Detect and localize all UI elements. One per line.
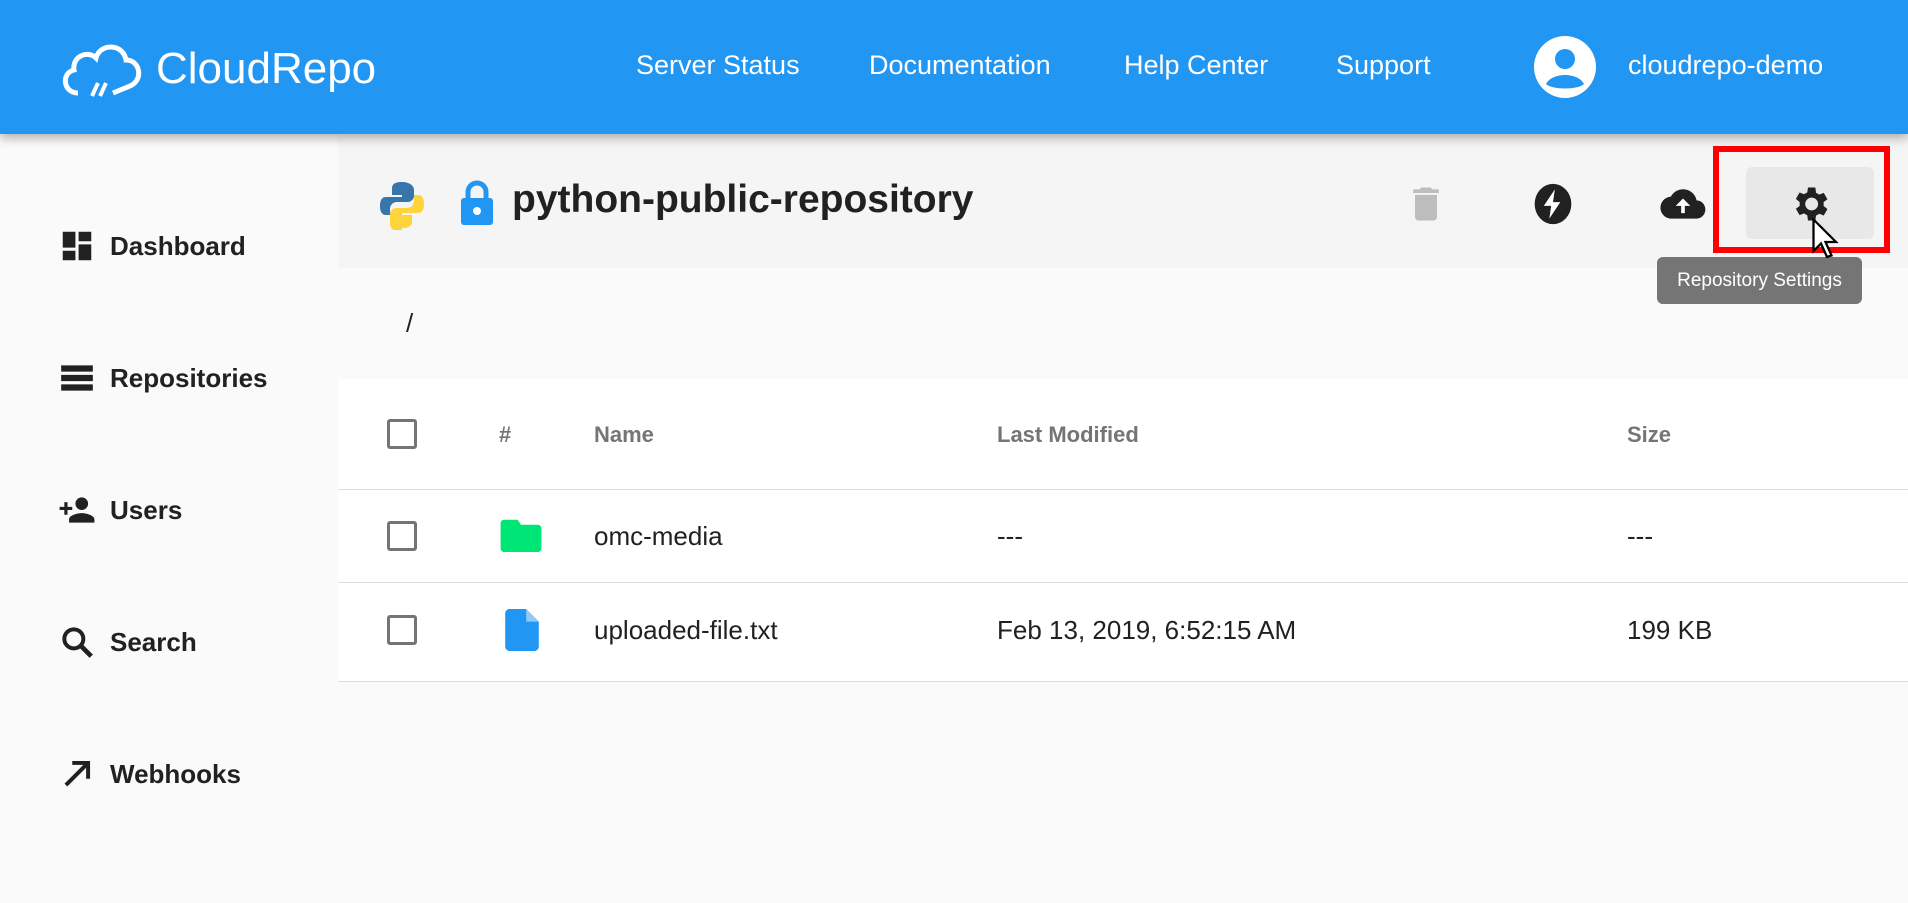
- row-modified: ---: [997, 521, 1023, 551]
- breadcrumb[interactable]: /: [406, 308, 413, 339]
- row-size: 199 KB: [1627, 615, 1713, 645]
- nav-support[interactable]: Support: [1336, 50, 1431, 81]
- sidebar-item-dashboard[interactable]: Dashboard: [0, 216, 338, 276]
- sidebar-label: Users: [110, 494, 183, 525]
- arrow-up-right-icon: [64, 760, 91, 787]
- top-bar: CloudRepo Server Status Documentation He…: [0, 0, 1908, 134]
- row-name[interactable]: omc-media: [594, 521, 723, 552]
- repository-title: python-public-repository: [512, 178, 974, 221]
- bolt-icon[interactable]: [1531, 182, 1575, 226]
- row-checkbox[interactable]: [387, 521, 417, 551]
- file-table: # Name Last Modified Size omc-media --- …: [338, 379, 1908, 682]
- table-header: # Name Last Modified Size: [338, 379, 1908, 490]
- sidebar-label: Repositories: [110, 362, 268, 393]
- nav-documentation[interactable]: Documentation: [869, 50, 1051, 81]
- row-modified: Feb 13, 2019, 6:52:15 AM: [997, 615, 1297, 645]
- add-user-icon: [59, 497, 95, 523]
- sidebar-item-webhooks[interactable]: Webhooks: [0, 744, 338, 804]
- header-size[interactable]: Size: [1627, 422, 1671, 448]
- row-name[interactable]: uploaded-file.txt: [594, 615, 778, 646]
- logo-text[interactable]: CloudRepo: [156, 44, 376, 94]
- header-name[interactable]: Name: [594, 422, 654, 448]
- table-row[interactable]: uploaded-file.txt Feb 13, 2019, 6:52:15 …: [338, 583, 1908, 682]
- sidebar-item-users[interactable]: Users: [0, 480, 338, 540]
- lock-icon: [461, 180, 493, 225]
- file-icon: [505, 609, 539, 651]
- nav-help-center[interactable]: Help Center: [1124, 50, 1268, 81]
- username[interactable]: cloudrepo-demo: [1628, 50, 1823, 81]
- search-icon: [62, 627, 93, 658]
- row-size: ---: [1627, 521, 1653, 551]
- folder-icon: [500, 519, 542, 552]
- header-number: #: [499, 422, 512, 447]
- nav-server-status[interactable]: Server Status: [636, 50, 800, 81]
- sidebar-label: Search: [110, 626, 197, 657]
- avatar-icon[interactable]: [1534, 36, 1596, 98]
- sidebar-label: Webhooks: [110, 758, 241, 789]
- row-checkbox[interactable]: [387, 615, 417, 645]
- table-row[interactable]: omc-media --- ---: [338, 490, 1908, 583]
- highlight-box: [1713, 146, 1890, 253]
- dashboard-icon: [62, 231, 92, 261]
- cloud-logo-icon[interactable]: [58, 38, 148, 100]
- list-icon: [61, 365, 93, 391]
- mouse-cursor-icon: [1812, 218, 1839, 259]
- header-last-modified[interactable]: Last Modified: [997, 422, 1139, 448]
- tooltip: Repository Settings: [1657, 257, 1862, 304]
- sidebar-item-search[interactable]: Search: [0, 612, 338, 672]
- cloud-upload-icon[interactable]: [1658, 182, 1708, 226]
- python-logo-icon: [380, 182, 424, 230]
- sidebar-label: Dashboard: [110, 230, 246, 261]
- select-all-checkbox[interactable]: [387, 419, 417, 449]
- trash-icon[interactable]: [1404, 182, 1448, 226]
- sidebar-item-repositories[interactable]: Repositories: [0, 348, 338, 408]
